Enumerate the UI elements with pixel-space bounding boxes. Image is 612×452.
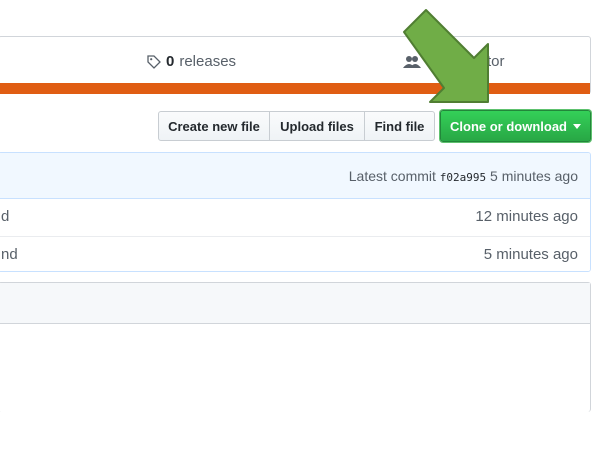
readme-header xyxy=(0,283,590,324)
upload-files-button[interactable]: Upload files xyxy=(269,111,365,141)
file-row[interactable]: nd 5 minutes ago xyxy=(0,236,590,271)
commit-age: 5 minutes ago xyxy=(483,246,578,263)
tag-icon xyxy=(147,54,161,69)
arrow-annotation xyxy=(403,9,489,103)
commit-sha-link[interactable]: f02a995 xyxy=(440,171,486,184)
commit-time: 5 minutes ago xyxy=(490,168,578,184)
commit-age: 12 minutes ago xyxy=(475,208,578,225)
clone-button-label: Clone or download xyxy=(450,118,567,134)
commit-message-link[interactable]: nd xyxy=(1,246,18,263)
create-new-file-button[interactable]: Create new file xyxy=(158,111,270,141)
readme-panel xyxy=(0,282,591,412)
latest-commit-prefix: Latest commit xyxy=(348,168,436,184)
releases-link[interactable]: 0 releases xyxy=(147,53,236,70)
caret-down-icon xyxy=(573,123,581,129)
file-row[interactable]: d 12 minutes ago xyxy=(0,199,590,235)
commit-message-link[interactable]: d xyxy=(1,208,9,225)
latest-commit-bar: Latest commit f02a995 5 minutes ago xyxy=(0,153,590,199)
file-list: Latest commit f02a995 5 minutes ago d 12… xyxy=(0,152,591,272)
latest-commit-info: Latest commit f02a995 5 minutes ago xyxy=(349,168,578,184)
releases-count: 0 xyxy=(166,53,175,70)
releases-label: releases xyxy=(179,53,237,70)
